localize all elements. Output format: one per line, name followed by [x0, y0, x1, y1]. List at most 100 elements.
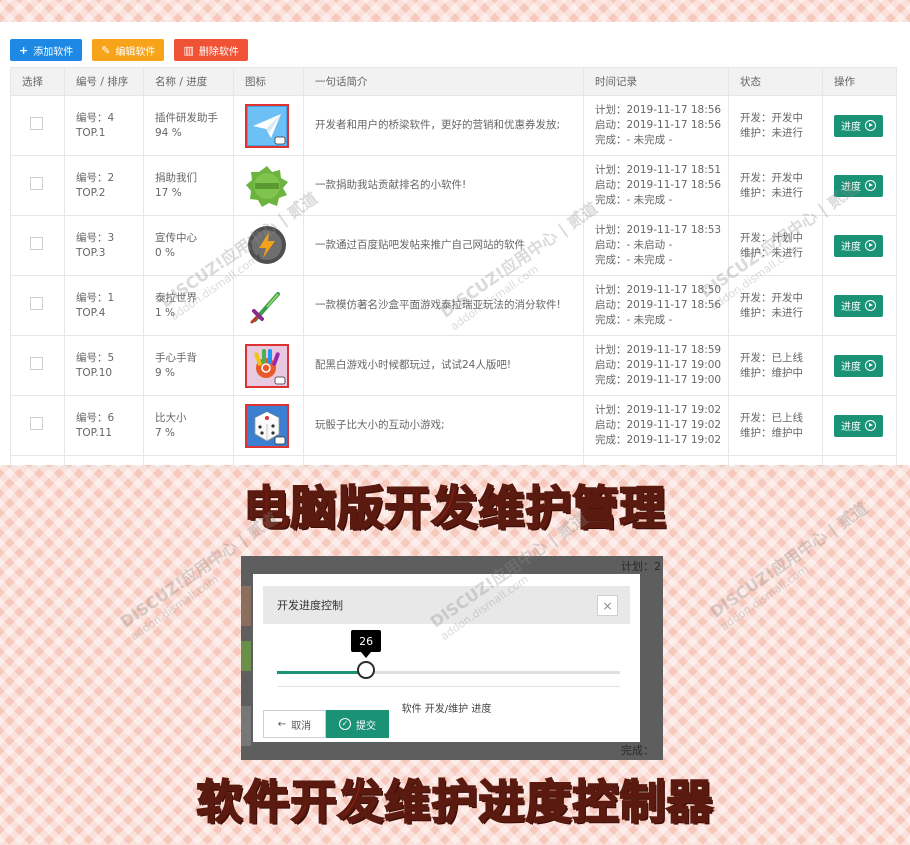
row-name: 插件研发助手 — [155, 111, 218, 124]
headline-desktop-management: 电脑版开发维护管理 — [243, 480, 667, 536]
progress-button-label: 进度 — [841, 242, 861, 253]
row-checkbox[interactable] — [30, 176, 43, 190]
row-name: 捐助我们 — [155, 171, 197, 184]
row-checkbox[interactable] — [30, 356, 43, 370]
row-dev-status: 开发：开发中 — [740, 171, 803, 184]
row-start-time: 启动：2019-11-17 18:56 — [595, 299, 722, 311]
row-name: 宣传中心 — [155, 231, 197, 244]
trash-icon: ▥ — [183, 43, 194, 57]
row-checkbox[interactable] — [30, 296, 43, 310]
edit-software-button[interactable]: ✎ 编辑软件 — [92, 39, 165, 61]
row-start-time: 启动：2019-11-17 19:00 — [595, 359, 722, 371]
row-description: 一款模仿著名沙盒平面游戏泰拉瑞亚玩法的消分软件! — [303, 275, 584, 336]
row-maint-status: 维护：未进行 — [740, 306, 803, 319]
row-id: 编号：2 — [76, 171, 115, 184]
row-progress: 1 % — [155, 306, 175, 319]
row-dev-status: 开发：开发中 — [740, 291, 803, 304]
row-done-time: 完成：- 未完成 - — [595, 314, 673, 326]
row-checkbox[interactable] — [30, 236, 43, 250]
edit-software-label: 编辑软件 — [115, 46, 156, 58]
table-row: 编号：5 TOP.10 手心手背 9 % 配黑白游戏小时候都玩过，试试24人版吧! — [10, 335, 897, 396]
background-icon-fragment — [241, 641, 251, 671]
play-circle-icon — [865, 300, 876, 311]
row-id: 编号：6 — [76, 411, 115, 424]
row-rank: TOP.10 — [76, 366, 113, 379]
progress-button[interactable]: 进度 — [834, 234, 883, 257]
row-checkbox[interactable] — [30, 116, 43, 130]
row-progress: 17 % — [155, 186, 182, 199]
play-circle-icon — [865, 360, 876, 371]
row-rank: TOP.1 — [76, 126, 106, 139]
row-dev-status: 开发：计划中 — [740, 231, 803, 244]
progress-slider-track[interactable] — [277, 671, 620, 674]
play-circle-icon — [865, 240, 876, 251]
row-plan-time: 计划：2019-11-17 18:51 — [595, 164, 722, 176]
column-header: 选择 — [10, 67, 65, 96]
row-dev-status: 开发：已上线 — [740, 351, 803, 364]
row-rank: TOP.2 — [76, 186, 106, 199]
table-row: 编号：1 TOP.4 泰拉世界 1 % 一款模仿著名沙盒平面游戏泰拉瑞亚玩法的消分软… — [10, 275, 897, 336]
table-header-row: 选择 编号 / 排序 名称 / 进度 图标 一句话简介 时间记录 状态 操作 — [10, 67, 897, 96]
column-header: 名称 / 进度 — [143, 67, 234, 96]
toolbar: + 添加软件 ✎ 编辑软件 ▥ 删除软件 — [10, 39, 248, 61]
table-row: 编号：3 TOP.3 宣传中心 0 % 一款通过百度贴吧发帖来推广自己网站的软件 计… — [10, 215, 897, 276]
progress-button[interactable]: 进度 — [834, 174, 883, 197]
background-icon-fragment — [241, 706, 251, 746]
row-plan-time: 计划：2019-11-17 18:56 — [595, 104, 722, 116]
column-header: 一句话简介 — [303, 67, 584, 96]
row-start-time: 启动：- 未启动 - — [595, 239, 673, 251]
row-description: 配黑白游戏小时候都玩过，试试24人版吧! — [303, 335, 584, 396]
background-done-text: 完成： — [621, 744, 654, 757]
delete-software-button[interactable]: ▥ 删除软件 — [174, 39, 248, 61]
progress-button[interactable]: 进度 — [834, 354, 883, 377]
row-done-time: 完成：- 未完成 - — [595, 194, 673, 206]
row-plan-time: 计划：2019-11-17 18:50 — [595, 284, 722, 296]
row-maint-status: 维护：维护中 — [740, 426, 803, 439]
progress-button-label: 进度 — [841, 422, 861, 433]
close-button[interactable]: × — [597, 595, 618, 616]
hand-icon — [245, 343, 289, 388]
cancel-button[interactable]: ← 取消 — [263, 710, 326, 738]
table-row: 编号：4 TOP.1 插件研发助手 94 % 开发者和用户的桥梁软件，更好的营销和优… — [10, 95, 897, 156]
sword-icon — [250, 291, 280, 323]
row-done-time: 完成：2019-11-17 19:00 — [595, 374, 722, 386]
row-rank: TOP.4 — [76, 306, 106, 319]
progress-button[interactable]: 进度 — [834, 414, 883, 437]
row-done-time: 完成：- 未完成 - — [595, 134, 673, 146]
column-header: 操作 — [822, 67, 897, 96]
row-description: 玩骰子比大小的互动小游戏; — [303, 395, 584, 456]
paper-plane-icon — [245, 103, 289, 148]
green-badge-icon — [246, 165, 288, 207]
progress-dialog-screenshot: 计划：2 完成： 开发进度控制 × 26 软件 开发/维护 进度 ← 取消 ✓ … — [241, 556, 663, 760]
row-start-time: 启动：2019-11-17 18:56 — [595, 179, 722, 191]
add-software-label: 添加软件 — [33, 46, 74, 58]
submit-button[interactable]: ✓ 提交 — [326, 710, 389, 738]
row-dev-status: 开发：开发中 — [740, 111, 803, 124]
row-progress: 94 % — [155, 126, 182, 139]
row-name: 泰拉世界 — [155, 291, 197, 304]
progress-dialog: 开发进度控制 × 26 软件 开发/维护 进度 ← 取消 ✓ 提交 — [253, 574, 640, 742]
column-header: 状态 — [728, 67, 823, 96]
dice-icon — [245, 403, 289, 448]
row-rank: TOP.3 — [76, 246, 106, 259]
row-checkbox[interactable] — [30, 416, 43, 430]
table-row: 编号：2 TOP.2 捐助我们 17 % 一款捐助我站贡献排名的小软件! 计划：20… — [10, 155, 897, 216]
arrow-left-icon: ← — [277, 718, 287, 730]
close-icon: × — [602, 598, 613, 613]
row-progress: 7 % — [155, 426, 175, 439]
progress-button[interactable]: 进度 — [834, 114, 883, 137]
submit-label: 提交 — [356, 720, 376, 732]
lightning-bubble-icon — [248, 225, 286, 264]
software-table: 选择 编号 / 排序 名称 / 进度 图标 一句话简介 时间记录 状态 操作 编… — [10, 67, 897, 468]
row-id: 编号：1 — [76, 291, 115, 304]
play-circle-icon — [865, 120, 876, 131]
add-software-button[interactable]: + 添加软件 — [10, 39, 83, 61]
progress-button[interactable]: 进度 — [834, 294, 883, 317]
progress-button-label: 进度 — [841, 302, 861, 313]
progress-button-label: 进度 — [841, 122, 861, 133]
row-plan-time: 计划：2019-11-17 18:53 — [595, 224, 722, 236]
row-maint-status: 维护：维护中 — [740, 366, 803, 379]
row-maint-status: 维护：未进行 — [740, 186, 803, 199]
slider-handle[interactable] — [357, 661, 376, 679]
row-id: 编号：5 — [76, 351, 115, 364]
